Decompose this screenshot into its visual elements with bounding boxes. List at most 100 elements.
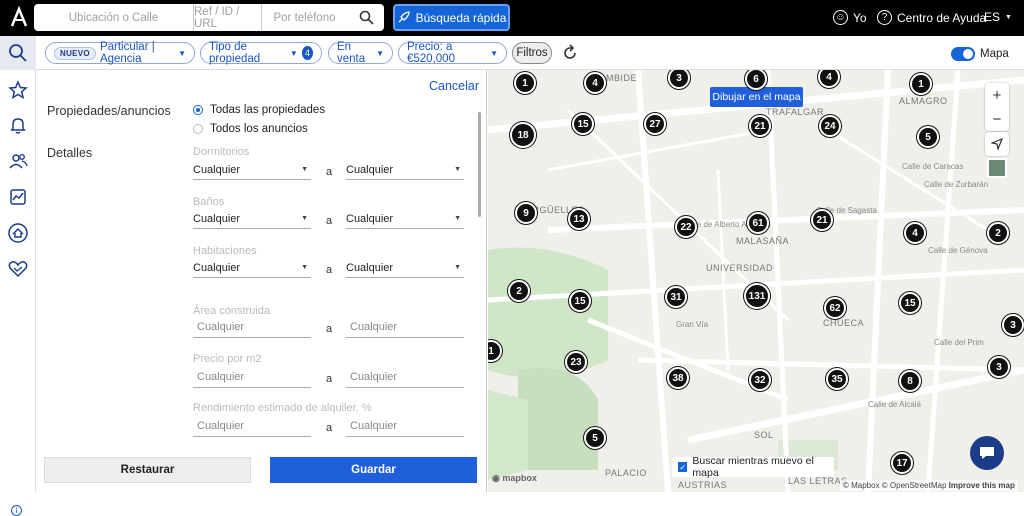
bedrooms-max-select[interactable]: Cualquier ▼ bbox=[346, 160, 464, 180]
sidebar-item-favorites[interactable] bbox=[7, 79, 29, 101]
panel-scrollbar[interactable] bbox=[478, 112, 481, 217]
listing-cluster[interactable]: 9 bbox=[515, 202, 537, 224]
listing-cluster[interactable]: 131 bbox=[744, 283, 770, 309]
price-m2-min-input[interactable]: Cualquier bbox=[193, 366, 311, 388]
chat-button[interactable] bbox=[970, 436, 1004, 470]
property-type-count-badge: 4 bbox=[301, 46, 313, 60]
map-toggle[interactable]: Mapa bbox=[951, 45, 1011, 63]
listing-cluster[interactable]: 35 bbox=[826, 368, 848, 390]
property-type-filter[interactable]: Tipo de propiedad ▼ 4 bbox=[200, 41, 322, 65]
listing-cluster[interactable]: 1 bbox=[514, 72, 536, 94]
draw-on-map-button[interactable]: Dibujar en el mapa bbox=[710, 87, 803, 107]
listing-cluster[interactable]: 1 bbox=[910, 73, 932, 95]
bedrooms-min-select[interactable]: Cualquier ▼ bbox=[193, 160, 311, 180]
area-label: UNIVERSIDAD bbox=[706, 263, 774, 273]
map-switch[interactable] bbox=[951, 47, 975, 61]
listing-cluster[interactable]: 21 bbox=[811, 209, 833, 231]
help-center-link[interactable]: ? Centro de Ayuda bbox=[877, 10, 986, 25]
filters-button[interactable]: Filtros bbox=[512, 42, 552, 64]
listing-cluster[interactable]: 23 bbox=[565, 351, 587, 373]
quick-search-button[interactable]: Búsqueda rápida bbox=[393, 4, 510, 31]
listing-cluster[interactable]: 5 bbox=[584, 427, 606, 449]
built-area-min-input[interactable]: Cualquier bbox=[193, 316, 311, 338]
street-label: Gran Vía bbox=[676, 320, 709, 329]
listing-cluster[interactable]: 32 bbox=[749, 369, 771, 391]
rooms-min-select[interactable]: Cualquier ▼ bbox=[193, 258, 311, 278]
listing-cluster[interactable]: 27 bbox=[644, 113, 666, 135]
listing-cluster[interactable]: 61 bbox=[747, 212, 769, 234]
listing-cluster[interactable]: 15 bbox=[899, 292, 921, 314]
listing-cluster[interactable]: 24 bbox=[819, 115, 841, 137]
search-while-moving-toggle[interactable]: ✓ Buscar mientras muevo el mapa bbox=[672, 455, 834, 479]
seller-type-filter[interactable]: NUEVO Particular | Agencia ▼ bbox=[45, 41, 195, 65]
price-filter[interactable]: Precio: a €520,000 ▼ bbox=[398, 41, 507, 65]
listing-cluster[interactable]: 15 bbox=[569, 290, 591, 312]
app-logo-icon[interactable] bbox=[9, 6, 29, 28]
area-label: SOL bbox=[754, 430, 774, 440]
area-label: CHUECA bbox=[823, 318, 865, 328]
zoom-out-button[interactable]: − bbox=[985, 107, 1009, 131]
rental-yield-max-input[interactable]: Cualquier bbox=[346, 415, 464, 437]
listing-cluster[interactable]: 8 bbox=[899, 370, 921, 392]
radio-all-properties[interactable]: Todas las propiedades bbox=[193, 104, 325, 116]
listing-cluster[interactable]: 2 bbox=[508, 280, 530, 302]
radio-all-listings[interactable]: Todos los anuncios bbox=[193, 123, 308, 135]
listing-cluster[interactable]: 15 bbox=[572, 113, 594, 135]
listing-cluster[interactable]: 18 bbox=[510, 122, 536, 148]
language-select[interactable]: ES ▼ bbox=[984, 10, 1012, 24]
listing-cluster[interactable]: 31 bbox=[665, 286, 687, 308]
listing-cluster[interactable]: 2 bbox=[987, 222, 1009, 244]
operation-filter[interactable]: En venta ▼ bbox=[328, 41, 393, 65]
listing-cluster[interactable]: 5 bbox=[917, 126, 939, 148]
cancel-button[interactable]: Cancelar bbox=[429, 79, 479, 93]
sidebar-item-search[interactable] bbox=[0, 36, 36, 70]
map-view[interactable]: GAMBIDE TRAFALGAR ALMAGRO MALASAÑA UNIVE… bbox=[488, 70, 1024, 492]
phone-input[interactable]: Por teléfono bbox=[262, 4, 347, 31]
satellite-layer-button[interactable] bbox=[987, 158, 1007, 178]
sidebar-item-analytics[interactable] bbox=[7, 186, 29, 208]
price-m2-label: Precio por m2 bbox=[193, 353, 262, 365]
sidebar-item-contacts[interactable] bbox=[7, 150, 29, 172]
map-attribution: © Mapbox © OpenStreetMap Improve this ma… bbox=[840, 480, 1018, 491]
sidebar-item-valuation[interactable] bbox=[7, 222, 29, 244]
improve-map-link[interactable]: Improve this map bbox=[949, 481, 1015, 490]
range-separator: a bbox=[326, 422, 333, 434]
location-input[interactable]: Ubicación o Calle bbox=[34, 4, 194, 31]
search-icon bbox=[9, 44, 27, 62]
caret-down-icon: ▼ bbox=[301, 215, 308, 222]
search-icon[interactable] bbox=[359, 10, 374, 25]
listing-cluster[interactable]: 38 bbox=[667, 367, 689, 389]
street-label: Calle del Prim bbox=[934, 338, 984, 347]
caret-down-icon: ▼ bbox=[454, 264, 461, 271]
bathrooms-min-select[interactable]: Cualquier ▼ bbox=[193, 209, 311, 229]
save-button[interactable]: Guardar bbox=[270, 457, 477, 483]
sidebar-item-alerts[interactable] bbox=[7, 114, 29, 136]
price-m2-max-input[interactable]: Cualquier bbox=[346, 366, 464, 388]
checkbox-checked-icon[interactable]: ✓ bbox=[678, 462, 688, 472]
rooms-max-select[interactable]: Cualquier ▼ bbox=[346, 258, 464, 278]
sidebar-item-deals[interactable] bbox=[7, 258, 29, 280]
listing-cluster[interactable]: 3 bbox=[988, 356, 1010, 378]
listing-cluster[interactable]: 62 bbox=[824, 297, 846, 319]
listing-cluster[interactable]: 17 bbox=[891, 452, 913, 474]
reset-button[interactable]: Restaurar bbox=[44, 457, 251, 483]
ref-input[interactable]: Ref / ID / URL bbox=[194, 4, 262, 31]
listing-cluster[interactable]: 21 bbox=[749, 115, 771, 137]
street-label: Calle de Génova bbox=[928, 246, 988, 255]
bathrooms-max-select[interactable]: Cualquier ▼ bbox=[346, 209, 464, 229]
caret-down-icon: ▼ bbox=[301, 166, 308, 173]
sidebar: i bbox=[0, 36, 36, 516]
locate-button[interactable] bbox=[985, 132, 1009, 156]
rental-yield-min-input[interactable]: Cualquier bbox=[193, 415, 311, 437]
user-menu[interactable]: ☺ Yo bbox=[833, 10, 867, 25]
listing-cluster[interactable]: 4 bbox=[904, 222, 926, 244]
area-label: PALACIO bbox=[605, 468, 647, 478]
listing-cluster[interactable]: 4 bbox=[584, 72, 606, 94]
built-area-max-input[interactable]: Cualquier bbox=[346, 316, 464, 338]
listing-cluster[interactable]: 3 bbox=[1002, 314, 1024, 336]
zoom-in-button[interactable]: + bbox=[985, 83, 1009, 107]
refresh-icon[interactable] bbox=[561, 44, 579, 62]
info-icon[interactable]: i bbox=[11, 505, 22, 516]
listing-cluster[interactable]: 22 bbox=[675, 216, 697, 238]
listing-cluster[interactable]: 13 bbox=[568, 208, 590, 230]
